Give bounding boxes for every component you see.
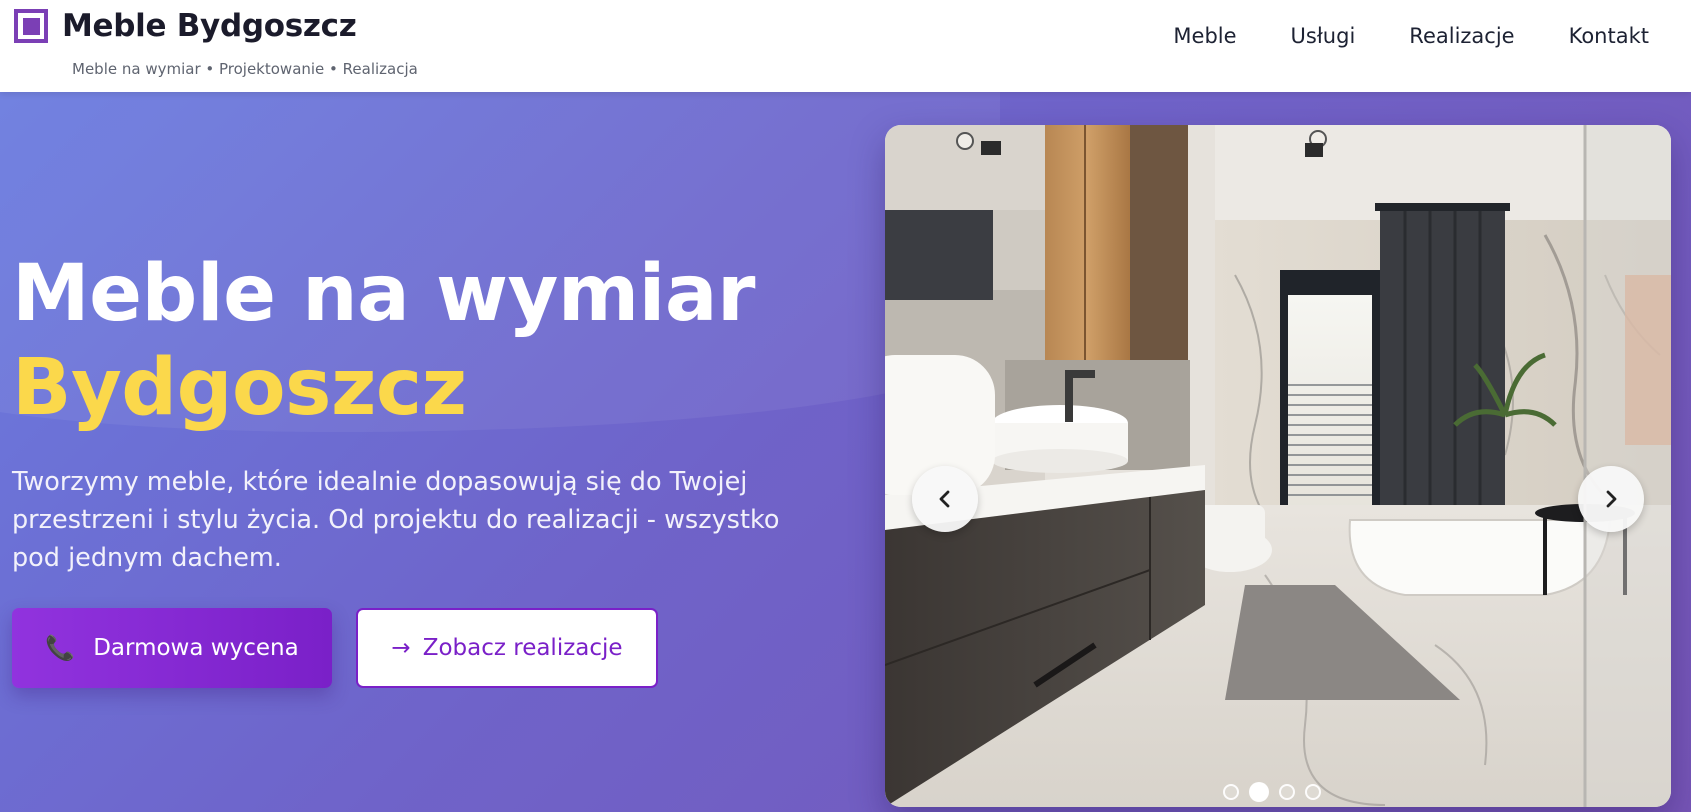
carousel-dot-1[interactable] bbox=[1223, 784, 1239, 800]
carousel-dots bbox=[1223, 782, 1321, 802]
carousel-prev-button[interactable] bbox=[912, 466, 978, 532]
carousel-dot-3[interactable] bbox=[1279, 784, 1295, 800]
hero-title: Meble na wymiar Bydgoszcz bbox=[12, 247, 842, 435]
hero-title-line1: Meble na wymiar bbox=[12, 249, 755, 339]
bathroom-photo bbox=[885, 125, 1671, 807]
see-projects-label: Zobacz realizacje bbox=[422, 635, 623, 661]
square-logo-icon bbox=[14, 9, 48, 43]
free-quote-button[interactable]: 📞 Darmowa wycena bbox=[12, 608, 332, 688]
chevron-right-icon bbox=[1606, 490, 1617, 508]
nav-item-uslugi[interactable]: Usługi bbox=[1291, 24, 1356, 48]
main-nav: Meble Usługi Realizacje Kontakt bbox=[1173, 24, 1649, 48]
nav-item-kontakt[interactable]: Kontakt bbox=[1569, 24, 1649, 48]
tagline: Meble na wymiar • Projektowanie • Realiz… bbox=[72, 60, 418, 78]
hero-title-city: Bydgoszcz bbox=[12, 343, 467, 433]
brand-name[interactable]: Meble Bydgoszcz bbox=[62, 8, 357, 44]
hero-section: Meble na wymiar Bydgoszcz Tworzymy meble… bbox=[0, 92, 1691, 812]
carousel-next-button[interactable] bbox=[1578, 466, 1644, 532]
hero-text: Meble na wymiar Bydgoszcz Tworzymy meble… bbox=[12, 247, 842, 577]
see-projects-button[interactable]: → Zobacz realizacje bbox=[356, 608, 658, 688]
image-carousel[interactable] bbox=[885, 125, 1671, 807]
nav-item-meble[interactable]: Meble bbox=[1173, 24, 1236, 48]
logo[interactable]: Meble Bydgoszcz bbox=[14, 8, 357, 44]
site-header: Meble Bydgoszcz Meble na wymiar • Projek… bbox=[0, 0, 1691, 92]
chevron-left-icon bbox=[939, 490, 950, 508]
carousel-dot-2[interactable] bbox=[1249, 782, 1269, 802]
hero-description: Tworzymy meble, które idealnie dopasowuj… bbox=[12, 467, 780, 573]
phone-icon: 📞 bbox=[45, 634, 76, 662]
nav-item-realizacje[interactable]: Realizacje bbox=[1409, 24, 1514, 48]
cta-buttons: 📞 Darmowa wycena → Zobacz realizacje bbox=[12, 608, 658, 688]
arrow-right-icon: → bbox=[391, 635, 411, 661]
carousel-dot-4[interactable] bbox=[1305, 784, 1321, 800]
free-quote-label: Darmowa wycena bbox=[93, 635, 299, 661]
